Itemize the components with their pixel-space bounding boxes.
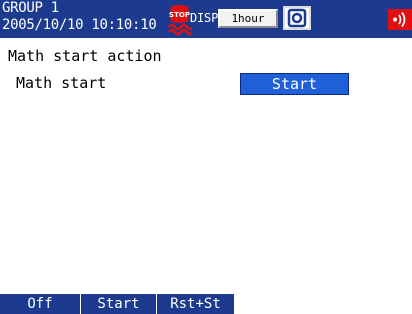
math-start-value-field[interactable]: Start <box>240 73 349 95</box>
screen: GROUP 1 2005/10/10 10:10:10 STOP DISP 1h… <box>0 0 412 314</box>
display-mode-icon[interactable] <box>283 6 311 30</box>
softkey-bar: Off Start Rst+St <box>0 294 412 314</box>
display-rate-box[interactable]: 1hour <box>218 9 278 28</box>
svg-text:STOP: STOP <box>169 11 190 19</box>
math-start-label: Math start <box>16 74 107 92</box>
softkey-start[interactable]: Start <box>80 294 156 314</box>
disp-label: DISP <box>190 11 219 25</box>
softkey-off[interactable]: Off <box>0 294 80 314</box>
softkey-reset-start[interactable]: Rst+St <box>156 294 234 314</box>
datetime: 2005/10/10 10:10:10 <box>2 17 157 33</box>
alarm-sound-icon <box>388 9 412 30</box>
display-mode-glyph <box>287 8 307 28</box>
stop-icon: STOP <box>168 5 192 36</box>
group-title: GROUP 1 <box>2 0 59 16</box>
status-bar: GROUP 1 2005/10/10 10:10:10 STOP DISP 1h… <box>0 0 412 38</box>
section-title: Math start action <box>8 47 162 65</box>
